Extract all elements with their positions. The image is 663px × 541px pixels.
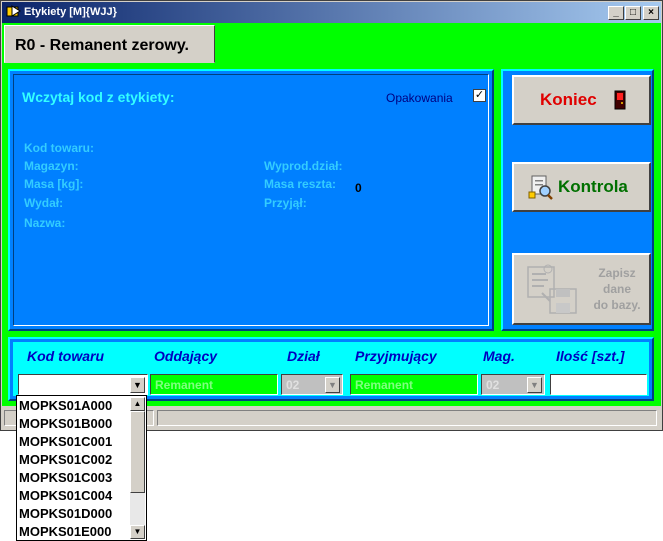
scroll-thumb[interactable] (130, 411, 145, 493)
kod-towaru-dropdown-list[interactable]: MOPKS01A000 MOPKS01B000 MOPKS01C001 MOPK… (16, 395, 147, 541)
app-icon (6, 5, 21, 17)
tab-remanent-zerowy[interactable]: R0 - Remanent zerowy. (4, 25, 215, 63)
magazyn-label: Magazyn: (24, 159, 79, 173)
zapisz-label-line2: dane (602, 282, 631, 296)
list-item[interactable]: MOPKS01C003 (19, 470, 112, 485)
kod-towaru-header: Kod towaru (27, 348, 104, 364)
kontrola-label: Kontrola (558, 177, 628, 196)
wydal-label: Wydał: (24, 196, 64, 210)
scroll-up-icon[interactable]: ▲ (130, 397, 145, 411)
opakowania-checkbox[interactable]: ✓ (473, 89, 486, 102)
mag-dropdown-button: ▼ (527, 377, 542, 393)
masa-reszta-value: 0 (355, 181, 362, 195)
zapisz-button[interactable]: Zapisz dane do bazy. (512, 253, 651, 325)
zapisz-label-line3: do bazy. (593, 298, 641, 312)
kod-towaru-dropdown-button[interactable]: ▼ (130, 377, 145, 393)
dzial-dropdown-button: ▼ (325, 377, 340, 393)
koniec-label: Koniec (540, 90, 597, 109)
dzial-header: Dział (287, 348, 320, 364)
list-item[interactable]: MOPKS01C004 (19, 488, 112, 503)
nazwa-label: Nazwa: (24, 216, 66, 230)
label-info-inner: Wczytaj kod z etykiety: Opakowania ✓ Kod… (13, 74, 489, 326)
exit-door-icon (614, 90, 626, 110)
main-window: Etykiety [M]{WJJ} _ □ × R0 - Remanent ze… (0, 0, 663, 431)
kod-towaru-combo[interactable]: ▼ (18, 374, 148, 395)
kod-towaru-label: Kod towaru: (24, 141, 94, 155)
action-panel: Koniec Kontrola Zapisz dane do bazy. (501, 69, 654, 331)
list-item[interactable]: MOPKS01B000 (19, 416, 112, 431)
mag-combo: 02 ▼ (481, 374, 545, 395)
minimize-button[interactable]: _ (608, 6, 624, 20)
przyjal-label: Przyjął: (264, 196, 307, 210)
dzial-value: 02 (286, 378, 300, 392)
list-item[interactable]: MOPKS01A000 (19, 398, 112, 413)
mag-value: 02 (486, 378, 500, 392)
list-item[interactable]: MOPKS01D000 (19, 506, 112, 521)
ilosc-input[interactable] (550, 374, 647, 395)
list-item[interactable]: MOPKS01C001 (19, 434, 112, 449)
control-inspect-icon (528, 175, 553, 200)
entry-panel: Kod towaru Oddający Dział Przyjmujący Ma… (8, 337, 654, 401)
label-info-panel: Wczytaj kod z etykiety: Opakowania ✓ Kod… (8, 69, 494, 331)
entry-row: Kod towaru Oddający Dział Przyjmujący Ma… (13, 342, 649, 396)
oddajacy-header: Oddający (154, 348, 218, 364)
content-area: Wczytaj kod z etykiety: Opakowania ✓ Kod… (2, 63, 661, 406)
ilosc-header: Ilość [szt.] (556, 348, 625, 364)
masa-label: Masa [kg]: (24, 177, 84, 191)
wyprod-dzial-label: Wyprod.dział: (264, 159, 343, 173)
close-button[interactable]: × (643, 6, 659, 20)
zapisz-label-line1: Zapisz (598, 266, 636, 280)
maximize-button[interactable]: □ (625, 6, 641, 20)
status-cell-2 (157, 410, 657, 426)
list-item[interactable]: MOPKS01E000 (19, 524, 112, 539)
dropdown-scrollbar[interactable]: ▲ ▼ (130, 397, 145, 539)
dzial-combo: 02 ▼ (281, 374, 343, 395)
zapisz-label: Zapisz dane do bazy. (586, 265, 648, 313)
przyjmujacy-header: Przyjmujący (355, 348, 437, 364)
koniec-button[interactable]: Koniec (512, 75, 651, 125)
masa-reszta-label: Masa reszta: (264, 177, 337, 191)
opakowania-label: Opakowania (386, 91, 453, 105)
save-to-database-icon (527, 264, 577, 314)
list-item[interactable]: MOPKS01C002 (19, 452, 112, 467)
scroll-down-icon[interactable]: ▼ (130, 525, 145, 539)
przyjmujacy-field: Remanent (350, 374, 478, 395)
title-bar[interactable]: Etykiety [M]{WJJ} _ □ × (2, 2, 661, 23)
scan-heading: Wczytaj kod z etykiety: (22, 89, 175, 105)
window-title: Etykiety [M]{WJJ} (24, 6, 117, 18)
mag-header: Mag. (483, 348, 515, 364)
oddajacy-field: Remanent (150, 374, 278, 395)
tab-row: R0 - Remanent zerowy. (2, 23, 661, 63)
kontrola-button[interactable]: Kontrola (512, 162, 651, 212)
